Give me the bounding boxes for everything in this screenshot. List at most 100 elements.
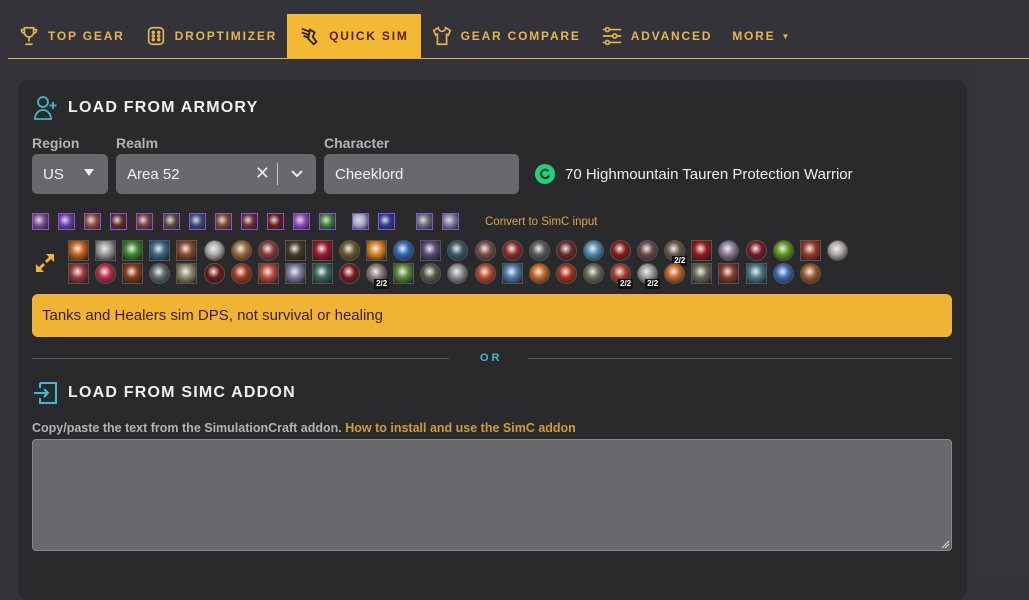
- gear-icon-trinket1[interactable]: [352, 213, 369, 230]
- talent-icon[interactable]: [528, 263, 550, 284]
- talent-icon[interactable]: [745, 240, 767, 261]
- gear-icon-finger1[interactable]: [293, 213, 310, 230]
- talent-icon[interactable]: [393, 240, 415, 261]
- talent-icon[interactable]: [68, 263, 89, 284]
- expand-icon[interactable]: [32, 250, 58, 276]
- gear-icon-head[interactable]: [32, 213, 49, 230]
- simc-textarea[interactable]: [32, 439, 952, 551]
- talent-icon[interactable]: [230, 240, 252, 261]
- nav-more[interactable]: MORE ▼: [722, 14, 799, 58]
- talent-icon[interactable]: [257, 263, 279, 284]
- talent-icon[interactable]: [366, 240, 388, 261]
- talent-icon[interactable]: [95, 240, 117, 261]
- nav-advanced[interactable]: ADVANCED: [591, 14, 723, 58]
- talent-icon[interactable]: [501, 263, 523, 284]
- import-icon: [34, 382, 57, 404]
- talent-rank-badge: 2/2: [374, 279, 390, 289]
- talent-icon[interactable]: [555, 240, 577, 261]
- talent-icon[interactable]: [203, 263, 225, 284]
- region-value: US: [43, 165, 64, 183]
- nav-quick-sim-label: QUICK SIM: [329, 29, 409, 43]
- talent-icon[interactable]: [718, 263, 740, 284]
- talent-icon[interactable]: [474, 263, 496, 284]
- nav-droptimizer[interactable]: DROPTIMIZER: [135, 14, 287, 58]
- nav-gear-compare-label: GEAR COMPARE: [460, 29, 581, 43]
- gear-icon-neck[interactable]: [58, 213, 75, 230]
- talent-icon[interactable]: [311, 240, 333, 261]
- nav-quick-sim[interactable]: QUICK SIM: [287, 14, 421, 58]
- talent-icon[interactable]: [555, 263, 577, 284]
- talent-icon[interactable]: [637, 240, 659, 261]
- talent-icon[interactable]: [257, 240, 279, 261]
- talent-icon[interactable]: [664, 263, 686, 284]
- talent-icon[interactable]: [393, 263, 415, 284]
- talent-icon[interactable]: [745, 263, 767, 284]
- nav-top-gear[interactable]: TOP GEAR: [8, 14, 135, 58]
- talent-icon[interactable]: [826, 240, 848, 261]
- realm-value: Area 52: [127, 165, 180, 183]
- talent-icon[interactable]: [582, 263, 604, 284]
- convert-to-simc-link[interactable]: Convert to SimC input: [485, 216, 598, 228]
- gear-icon-trinket2[interactable]: [378, 213, 395, 230]
- gear-icon-feet[interactable]: [267, 213, 284, 230]
- talent-icon[interactable]: [68, 240, 89, 261]
- talent-icon[interactable]: [95, 263, 117, 284]
- talent-icon[interactable]: [610, 240, 631, 261]
- talent-icon[interactable]: [420, 263, 442, 284]
- gear-icon-chest[interactable]: [136, 213, 153, 230]
- nav-gear-compare[interactable]: GEAR COMPARE: [421, 14, 591, 58]
- talent-icon[interactable]: [582, 240, 604, 261]
- resize-grip-icon[interactable]: [941, 540, 950, 549]
- gear-icon-hands[interactable]: [189, 213, 206, 230]
- talent-icon[interactable]: [149, 240, 171, 261]
- simc-install-link[interactable]: How to install and use the SimC addon: [345, 421, 576, 435]
- realm-separator: [277, 163, 278, 185]
- talent-icon[interactable]: [311, 263, 333, 284]
- armory-section-title: LOAD FROM ARMORY: [32, 94, 258, 122]
- talent-icon[interactable]: [149, 263, 171, 284]
- talent-icon[interactable]: [772, 240, 794, 261]
- talent-icon[interactable]: [420, 240, 442, 261]
- talent-icon[interactable]: [284, 263, 306, 284]
- sim-input-panel: LOAD FROM ARMORY Region US Realm Area 52…: [18, 80, 967, 600]
- or-divider-text: OR: [480, 352, 503, 364]
- talent-icon[interactable]: [528, 240, 550, 261]
- talent-icon[interactable]: [339, 263, 360, 284]
- talent-icon[interactable]: [339, 240, 360, 261]
- talent-icon[interactable]: [284, 240, 306, 261]
- divider-left: [32, 358, 449, 359]
- talent-icon[interactable]: [122, 263, 144, 284]
- talent-icon[interactable]: [799, 240, 821, 261]
- talent-icon[interactable]: [447, 263, 469, 284]
- gear-icon-legs[interactable]: [241, 213, 258, 230]
- talent-icon[interactable]: [691, 263, 713, 284]
- talent-icon[interactable]: [718, 240, 740, 261]
- talent-icon[interactable]: [203, 240, 225, 261]
- character-input[interactable]: [324, 154, 519, 194]
- talent-icon[interactable]: [691, 240, 713, 261]
- talent-icon[interactable]: [230, 263, 252, 284]
- shirt-icon: [432, 26, 451, 46]
- clear-icon[interactable]: ✕: [255, 163, 270, 184]
- gear-icon-shoulder[interactable]: [84, 213, 101, 230]
- chevron-down-icon[interactable]: [290, 166, 304, 180]
- gear-icon-waist[interactable]: [215, 213, 232, 230]
- talent-icon[interactable]: [176, 263, 198, 284]
- talent-icon[interactable]: [176, 240, 198, 261]
- talent-icon[interactable]: [122, 240, 144, 261]
- gear-icon-off_hand[interactable]: [442, 213, 459, 230]
- talent-icon[interactable]: [772, 263, 794, 284]
- talent-icon[interactable]: [474, 240, 496, 261]
- gear-icon-back[interactable]: [110, 213, 127, 230]
- region-select[interactable]: US: [32, 154, 108, 194]
- divider-right: [528, 358, 952, 359]
- talent-icon[interactable]: [501, 240, 523, 261]
- gear-icon-finger2[interactable]: [319, 213, 336, 230]
- gear-icon-wrist[interactable]: [163, 213, 180, 230]
- refresh-icon[interactable]: [535, 164, 555, 184]
- talent-icon[interactable]: [799, 263, 821, 284]
- gear-icon-main_hand[interactable]: [416, 213, 433, 230]
- realm-select[interactable]: Area 52 ✕: [116, 154, 316, 194]
- character-info: 70 Highmountain Tauren Protection Warrio…: [535, 164, 853, 184]
- talent-icon[interactable]: [447, 240, 469, 261]
